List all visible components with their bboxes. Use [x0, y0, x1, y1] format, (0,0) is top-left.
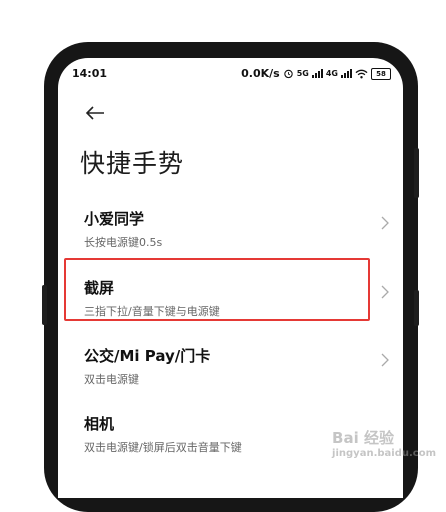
power-button — [414, 290, 419, 326]
item-subtitle: 长按电源键0.5s — [84, 236, 163, 249]
chevron-right-icon — [381, 285, 389, 299]
volume-button — [414, 148, 419, 198]
page-title: 快捷手势 — [80, 149, 185, 178]
left-side-button — [42, 285, 47, 325]
signal-4g: 4G — [325, 69, 338, 78]
watermark-text: Bai 经验 — [332, 429, 394, 447]
item-label: 公交/Mi Pay/门卡 — [84, 347, 211, 365]
item-label: 相机 — [84, 415, 115, 433]
highlight-box — [64, 258, 370, 321]
chevron-right-icon — [381, 216, 389, 230]
status-time: 14:01 — [72, 67, 108, 80]
battery-icon: 58 — [371, 67, 391, 80]
signal-bars-icon-2 — [341, 69, 352, 78]
signal-5g: 5G — [296, 69, 309, 78]
status-bar: 14:01 0.0K/s 5G 4G 58 — [58, 64, 403, 84]
chevron-right-icon — [381, 353, 389, 367]
item-label: 小爱同学 — [84, 210, 145, 228]
list-item-xiaoai[interactable]: 小爱同学 长按电源键0.5s — [84, 208, 389, 258]
status-icons: 0.0K/s 5G 4G 58 — [241, 67, 391, 80]
signal-bars-icon — [311, 69, 323, 78]
list-item-transit[interactable]: 公交/Mi Pay/门卡 双击电源键 — [84, 345, 389, 395]
alarm-clock-icon — [284, 69, 293, 79]
arrow-left-icon[interactable] — [85, 106, 105, 120]
wifi-icon — [355, 69, 368, 78]
watermark-url: jingyan.baidu.com — [332, 448, 436, 459]
network-speed: 0.0K/s — [241, 67, 280, 80]
item-subtitle: 双击电源键 — [84, 373, 139, 386]
item-subtitle: 双击电源键/锁屏后双击音量下键 — [84, 441, 242, 454]
watermark: Bai 经验 jingyan.baidu.com — [332, 427, 436, 459]
